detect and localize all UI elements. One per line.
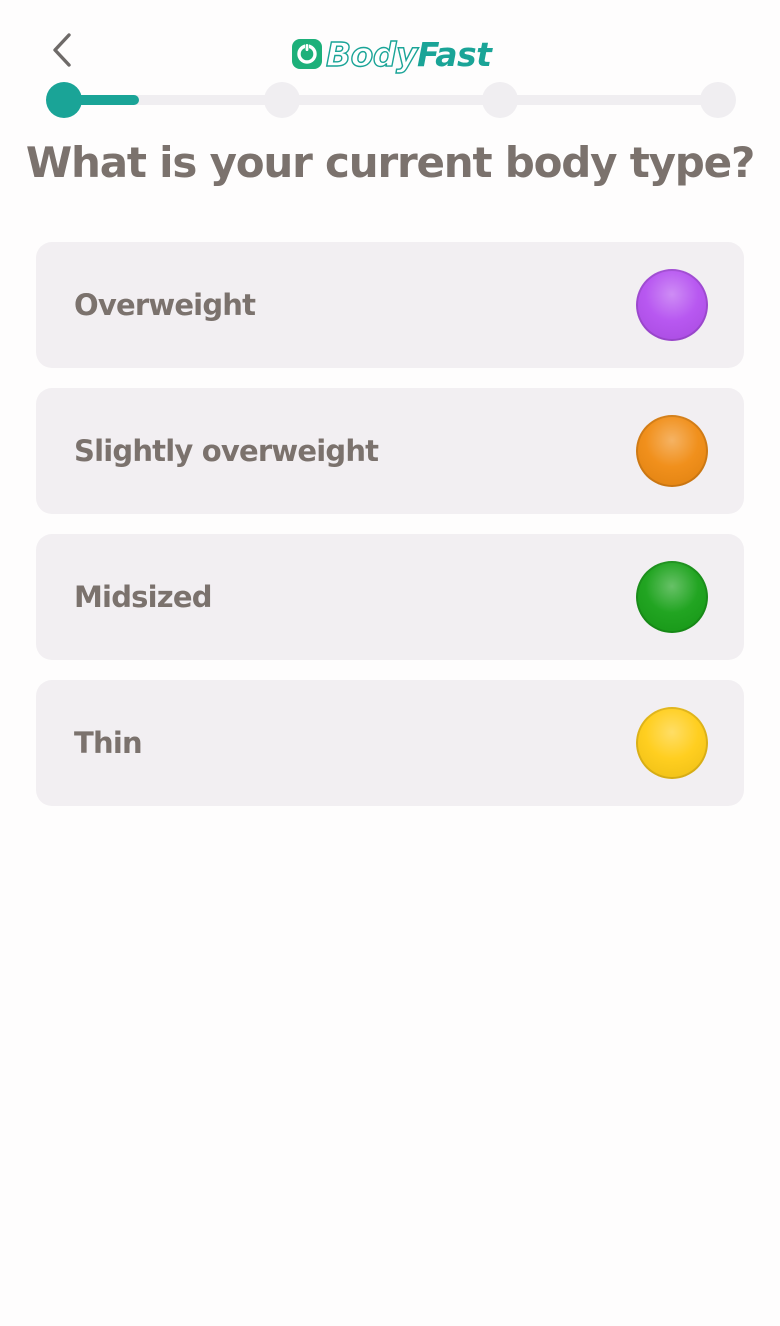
option-midsized[interactable]: Midsized [36,534,744,660]
option-slightly-overweight[interactable]: Slightly overweight [36,388,744,514]
option-label: Thin [74,726,143,760]
orange-circle-icon [636,415,708,487]
progress-step-dot [46,82,82,118]
green-circle-icon [636,561,708,633]
progress-stepper [46,82,736,118]
logo-text-body: Body [325,34,418,74]
chevron-left-icon [53,33,71,67]
body-type-screen: Body Fast What is your current body type… [0,0,780,1326]
purple-circle-icon [636,269,708,341]
back-button[interactable] [38,26,86,74]
progress-track [60,95,722,105]
logo-text-fast: Fast [416,34,492,74]
progress-step-dot [700,82,736,118]
option-label: Slightly overweight [74,434,379,468]
option-label: Overweight [74,288,256,322]
options-list: Overweight Slightly overweight Midsized Thi… [36,242,744,826]
power-ring-icon [292,39,322,69]
progress-step-dot [482,82,518,118]
option-thin[interactable]: Thin [36,680,744,806]
option-label: Midsized [74,580,212,614]
bodyfast-logo: Body Fast [292,32,492,76]
option-overweight[interactable]: Overweight [36,242,744,368]
page-title: What is your current body type? [25,138,755,187]
progress-step-dot [264,82,300,118]
yellow-circle-icon [636,707,708,779]
